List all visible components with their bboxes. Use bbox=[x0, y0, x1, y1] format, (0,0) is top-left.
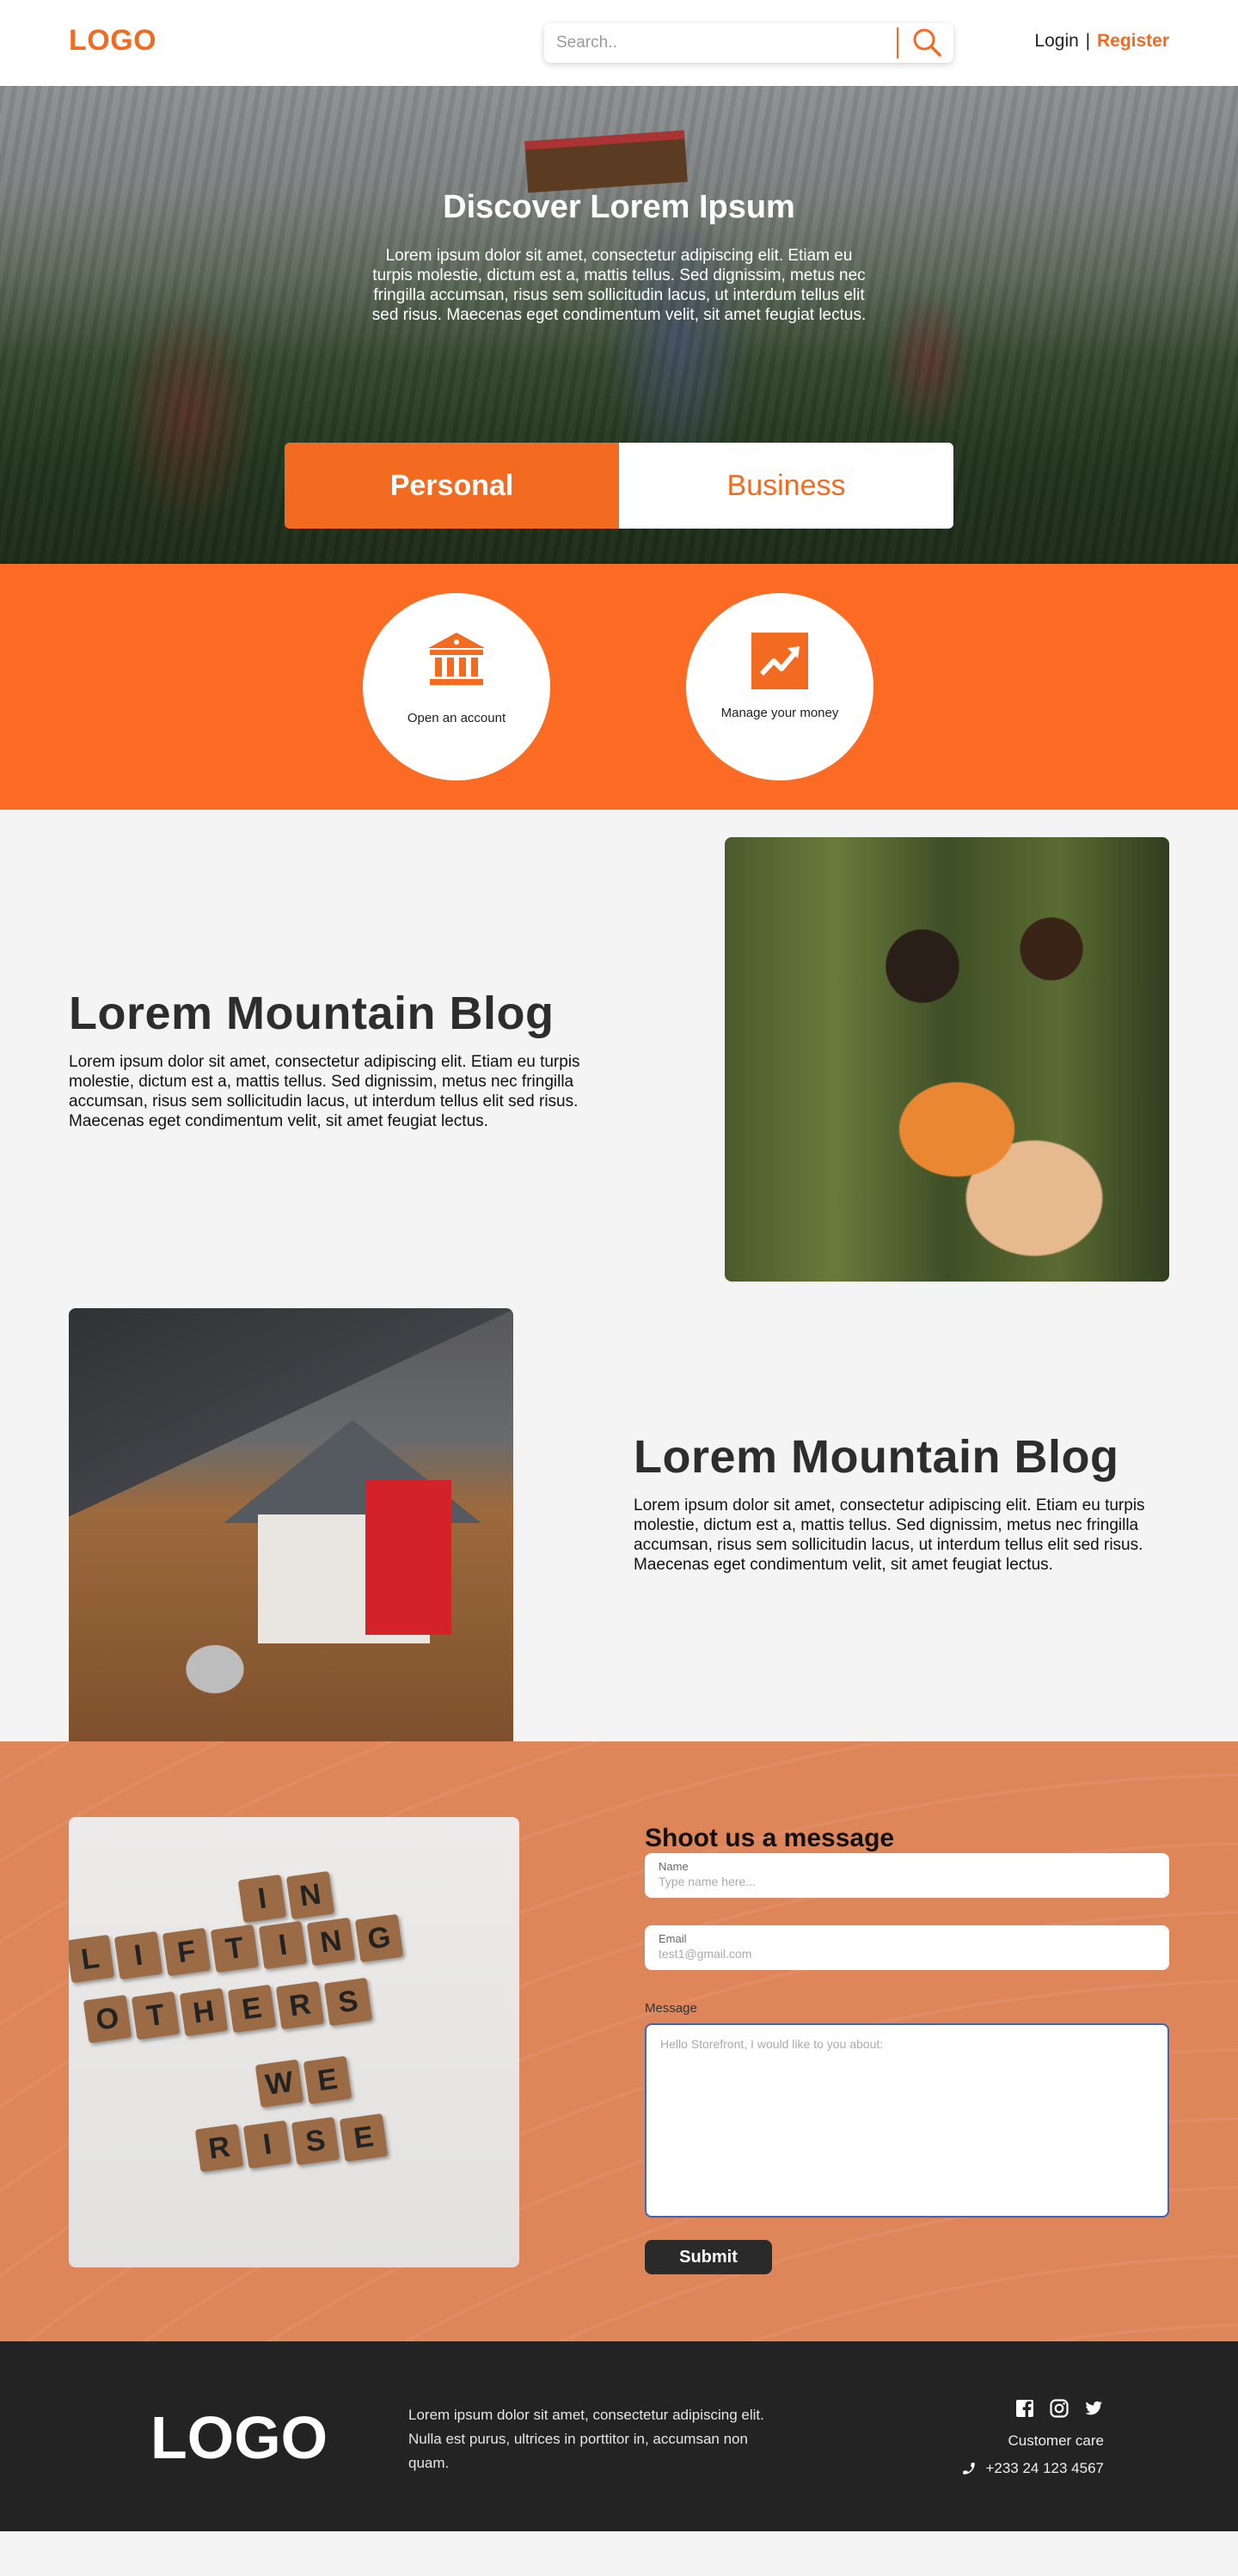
blog-title: Lorem Mountain Blog bbox=[634, 1431, 1119, 1483]
scrabble-tile: N bbox=[285, 1870, 335, 1920]
footer-logo[interactable]: LOGO bbox=[150, 2403, 328, 2472]
twitter-icon[interactable] bbox=[1083, 2398, 1104, 2419]
service-open-account[interactable]: Open an account bbox=[363, 593, 550, 780]
name-label: Name bbox=[659, 1860, 689, 1873]
email-input[interactable] bbox=[659, 1947, 1140, 1961]
scrabble-tile: W bbox=[254, 2059, 304, 2108]
scrabble-tile: I bbox=[258, 1920, 308, 1970]
scrabble-tile: I bbox=[113, 1930, 163, 1980]
phone-icon bbox=[963, 2463, 976, 2475]
service-label: Open an account bbox=[407, 711, 506, 725]
phone-contact[interactable]: +233 24 123 4567 bbox=[961, 2460, 1104, 2477]
trending-up-icon bbox=[751, 633, 808, 689]
auth-links: Login | Register bbox=[1034, 31, 1169, 52]
message-textarea[interactable] bbox=[660, 2037, 1150, 2200]
service-label: Manage your money bbox=[720, 706, 839, 720]
scrabble-tile: E bbox=[303, 2055, 352, 2105]
tab-personal[interactable]: Personal bbox=[285, 443, 619, 529]
house-red-wall-shape bbox=[365, 1480, 451, 1635]
blog-image-family bbox=[725, 837, 1169, 1282]
customer-care-label: Customer care bbox=[1008, 2432, 1104, 2449]
search-input[interactable] bbox=[556, 30, 900, 56]
instagram-icon[interactable] bbox=[1049, 2398, 1069, 2419]
scrabble-tile: T bbox=[210, 1924, 260, 1973]
scrabble-tiles: INLIFTINGOTHERSWERISE bbox=[69, 1869, 519, 2230]
site-footer: LOGO Lorem ipsum dolor sit amet, consect… bbox=[0, 2341, 1238, 2531]
message-field bbox=[645, 2023, 1169, 2218]
header-logo[interactable]: LOGO bbox=[69, 24, 156, 58]
scrabble-tile: E bbox=[339, 2113, 389, 2163]
scrabble-tile: I bbox=[242, 2120, 292, 2169]
contact-section: INLIFTINGOTHERSWERISE Shoot us a message… bbox=[0, 1741, 1238, 2341]
name-input[interactable] bbox=[659, 1875, 1140, 1888]
submit-button[interactable]: Submit bbox=[645, 2240, 772, 2274]
register-link[interactable]: Register bbox=[1097, 31, 1169, 51]
scrabble-tile: H bbox=[179, 1987, 229, 2037]
search-button[interactable] bbox=[905, 25, 948, 61]
hero-title: Discover Lorem Ipsum bbox=[443, 189, 795, 225]
blog-text: Lorem ipsum dolor sit amet, consectetur … bbox=[69, 1053, 580, 1130]
scrabble-tile: S bbox=[323, 1977, 373, 2027]
blog-text: Lorem ipsum dolor sit amet, consectetur … bbox=[634, 1496, 1145, 1574]
login-link[interactable]: Login bbox=[1034, 31, 1078, 51]
scrabble-tile: I bbox=[237, 1874, 287, 1924]
account-type-tabs: Personal Business bbox=[285, 443, 953, 529]
scrabble-tile: G bbox=[354, 1913, 404, 1963]
contact-image-scrabble: INLIFTINGOTHERSWERISE bbox=[69, 1817, 519, 2267]
email-label: Email bbox=[659, 1932, 687, 1945]
search-divider bbox=[897, 28, 898, 58]
contact-form-title: Shoot us a message bbox=[645, 1824, 895, 1852]
service-manage-money[interactable]: Manage your money bbox=[686, 593, 873, 780]
auth-separator: | bbox=[1085, 31, 1091, 51]
name-field: Name bbox=[645, 1853, 1169, 1898]
blog-image-house bbox=[69, 1308, 513, 1753]
hero-section: Discover Lorem Ipsum Lorem ipsum dolor s… bbox=[0, 86, 1238, 564]
scrabble-tile: L bbox=[69, 1934, 115, 1984]
blog-section-1: Lorem Mountain Blog Lorem ipsum dolor si… bbox=[0, 810, 1238, 1288]
message-label: Message bbox=[645, 2001, 697, 2016]
phone-number: +233 24 123 4567 bbox=[985, 2460, 1104, 2476]
scrabble-tile: F bbox=[162, 1927, 211, 1977]
scrabble-tile: N bbox=[306, 1917, 356, 1967]
scrabble-tile: S bbox=[291, 2116, 340, 2166]
search-icon bbox=[913, 28, 941, 57]
scrabble-tile: R bbox=[275, 1980, 325, 2030]
blog-section-2: Lorem Mountain Blog Lorem ipsum dolor si… bbox=[0, 1288, 1238, 1753]
blog-title: Lorem Mountain Blog bbox=[69, 988, 555, 1039]
scrabble-tile: E bbox=[227, 1984, 277, 2034]
scrabble-tile: R bbox=[194, 2123, 244, 2173]
footer-description: Lorem ipsum dolor sit amet, consectetur … bbox=[408, 2407, 764, 2471]
social-links bbox=[1014, 2398, 1104, 2419]
email-field: Email bbox=[645, 1925, 1169, 1970]
hero-description: Lorem ipsum dolor sit amet, consectetur … bbox=[371, 247, 867, 324]
bank-icon bbox=[428, 633, 485, 685]
facebook-icon[interactable] bbox=[1014, 2398, 1035, 2419]
site-header: LOGO Login | Register bbox=[0, 0, 1238, 86]
scrabble-tile: T bbox=[131, 1991, 181, 2041]
tab-business[interactable]: Business bbox=[619, 443, 953, 529]
search-bar bbox=[544, 23, 953, 63]
hero-background-image bbox=[524, 130, 688, 193]
scrabble-tile: O bbox=[83, 1994, 132, 2044]
services-section: Open an account Manage your money bbox=[0, 564, 1238, 810]
